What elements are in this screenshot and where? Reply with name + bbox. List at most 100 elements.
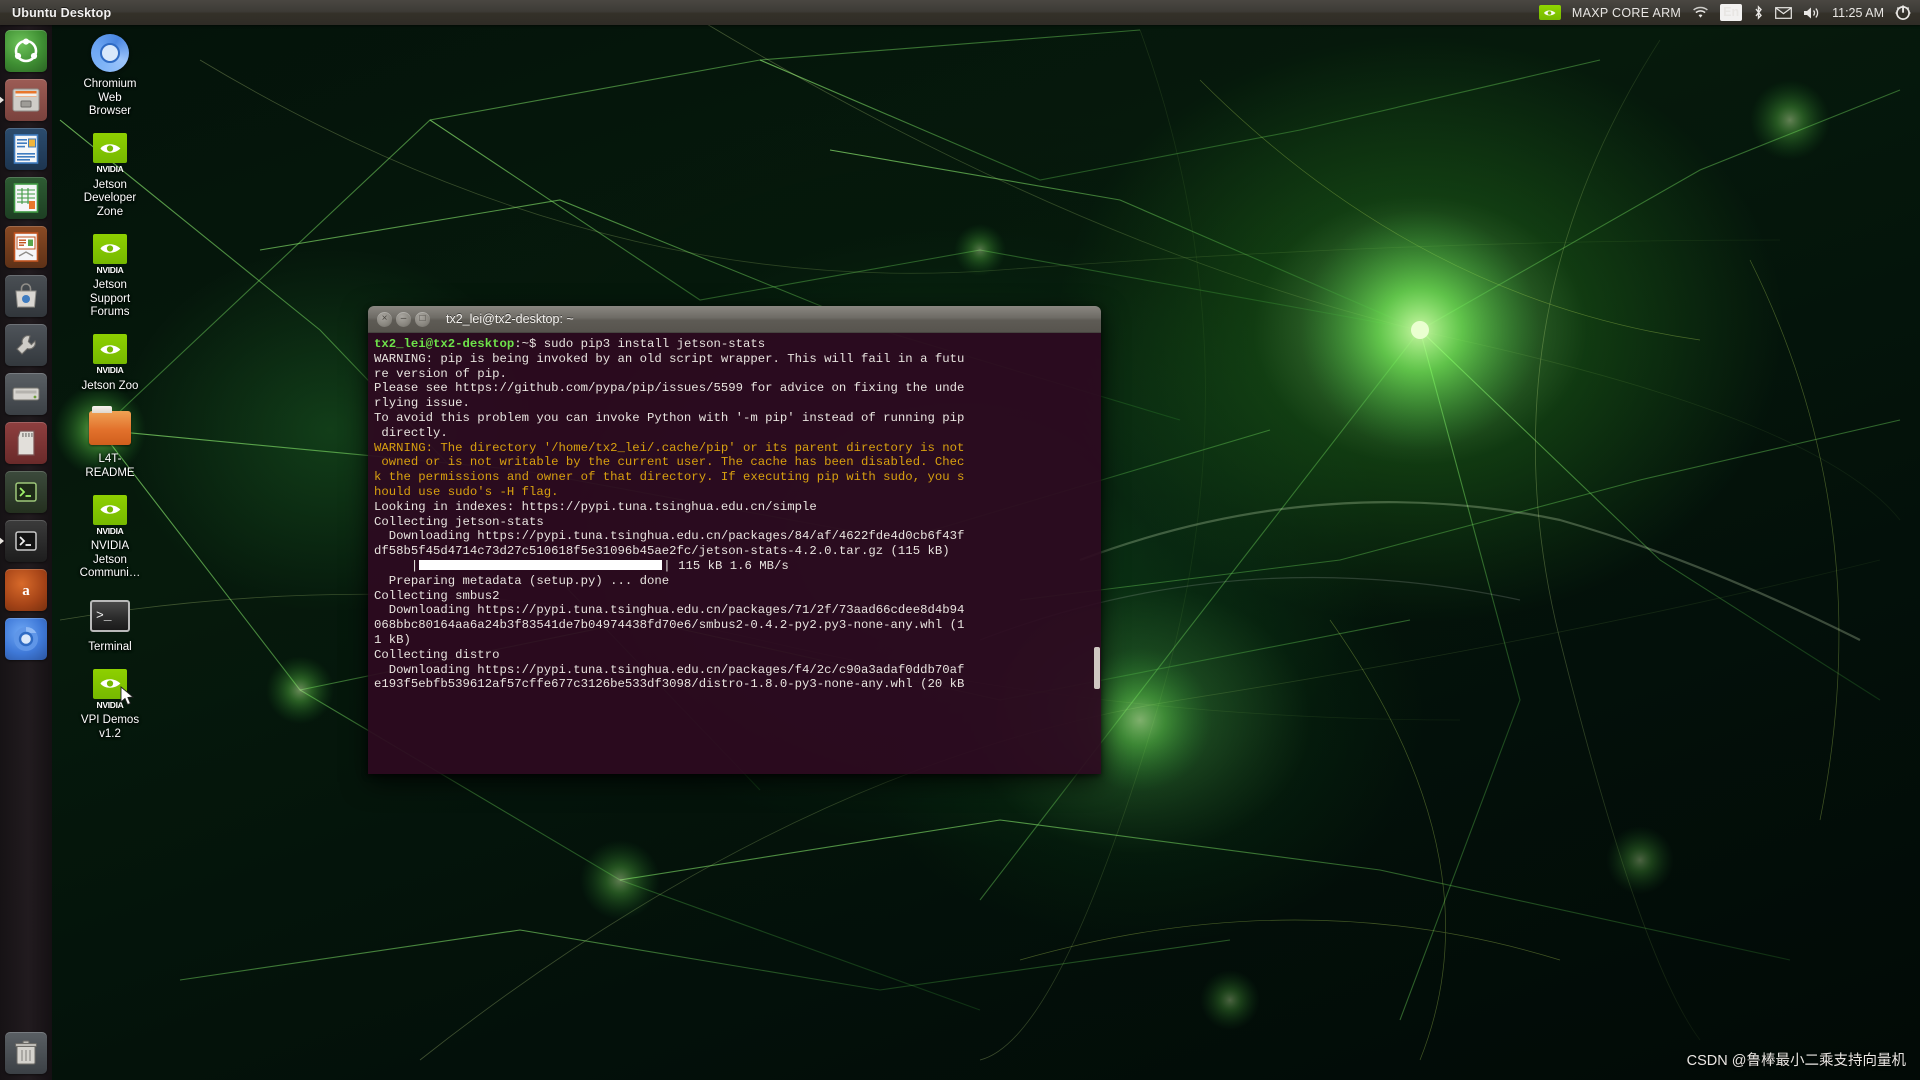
launcher-item-libreoffice-impress[interactable] xyxy=(5,226,47,268)
launcher-item-system-settings[interactable] xyxy=(5,324,47,366)
svg-text:a: a xyxy=(22,583,30,599)
terminal-line: Collecting jetson-stats xyxy=(374,514,544,529)
terminal-line: To avoid this problem you can invoke Pyt… xyxy=(374,410,965,425)
terminal-line: e193f5ebfb539612af57cffe677c3126be533df3… xyxy=(374,677,965,692)
terminal-line: Downloading https://pypi.tuna.tsinghua.e… xyxy=(374,529,965,544)
terminal-line: WARNING: The directory '/home/tx2_lei/.c… xyxy=(374,440,965,455)
desktop-icon-label: Chromium Web Browser xyxy=(83,78,137,117)
nvidia-wordmark: NVIDIA xyxy=(96,264,124,275)
desktop-icon-jetson-developer-zone[interactable]: NVIDIA Jetson Developer Zone xyxy=(62,129,158,224)
launcher-item-chromium[interactable] xyxy=(5,618,47,660)
terminal-line: Downloading https://pypi.tuna.tsinghua.e… xyxy=(374,603,965,618)
download-progress-bar xyxy=(419,559,663,570)
launcher-item-files[interactable] xyxy=(5,79,47,121)
nvidia-icon: NVIDIA xyxy=(88,232,132,276)
keyboard-layout-indicator[interactable]: En xyxy=(1720,4,1743,21)
file-cabinet-icon xyxy=(12,88,40,112)
sd-card-icon xyxy=(17,430,35,456)
terminal-body[interactable]: tx2_lei@tx2-desktop:~$ sudo pip3 install… xyxy=(368,333,1101,774)
launcher-item-ubuntu-software[interactable] xyxy=(5,275,47,317)
desktop-icon-label: Jetson Developer Zone xyxy=(83,178,137,218)
nvidia-eye-glyph xyxy=(1544,10,1556,15)
desktop-icon-label: L4T- README xyxy=(85,453,135,479)
nvidia-eye-icon[interactable] xyxy=(1538,5,1561,20)
terminal-prompt-icon xyxy=(15,531,37,551)
spreadsheet-icon xyxy=(13,183,39,213)
desktop-icon-label: NVIDIA Jetson Communi… xyxy=(79,540,141,579)
terminal-line: Downloading https://pypi.tuna.tsinghua.e… xyxy=(374,662,965,677)
ubuntu-logo-icon xyxy=(14,38,38,63)
close-icon[interactable]: × xyxy=(377,311,392,327)
desktop-icon-terminal[interactable]: >_ Terminal xyxy=(62,591,158,659)
unity-launcher: a xyxy=(0,25,52,1080)
terminal-line: rlying issue. xyxy=(374,396,470,411)
wifi-glyph xyxy=(1693,6,1708,18)
minimize-icon[interactable]: – xyxy=(396,311,411,327)
launcher-item-libreoffice-writer[interactable] xyxy=(5,128,47,170)
launcher-item-ubuntu-dash[interactable] xyxy=(5,30,47,72)
launcher-item-sd-card[interactable] xyxy=(5,422,47,464)
clock[interactable]: 11:25 AM xyxy=(1832,6,1884,20)
terminal-line: k the permissions and owner of that dire… xyxy=(374,470,965,485)
nvidia-icon: NVIDIA xyxy=(88,333,132,377)
nvidia-icon: NVIDIA xyxy=(88,132,132,176)
terminal-output: tx2_lei@tx2-desktop:~$ sudo pip3 install… xyxy=(374,337,1099,692)
desktop-icon-jetson-community[interactable]: NVIDIA NVIDIA Jetson Communi… xyxy=(62,490,158,585)
desktop-icon-grid: Chromium Web Browser NVIDIA Jetson Devel… xyxy=(62,28,158,751)
nvidia-wordmark: NVIDIA xyxy=(96,365,124,375)
folder-icon xyxy=(88,406,132,450)
bluetooth-glyph xyxy=(1755,5,1763,20)
chromium-icon xyxy=(88,31,132,75)
terminal-line: 068bbc80164aa6a24b3f83541de7b04974438fd7… xyxy=(374,618,965,633)
terminal-line: owned or is not writable by the current … xyxy=(374,455,965,470)
launcher-item-libreoffice-calc[interactable] xyxy=(5,177,47,219)
terminal-scrollbar[interactable] xyxy=(1094,647,1100,689)
terminal-line: 1 kB) xyxy=(374,632,411,647)
launcher-item-disks[interactable] xyxy=(5,373,47,415)
nvidia-eye-glyph xyxy=(100,244,121,253)
launcher-item-trash[interactable] xyxy=(5,1032,47,1074)
wifi-icon[interactable] xyxy=(1692,6,1709,19)
wrench-icon xyxy=(16,335,36,355)
terminal-line: directly. xyxy=(374,425,448,440)
nvidia-wordmark: NVIDIA xyxy=(96,164,124,174)
maximize-icon[interactable]: □ xyxy=(415,311,430,327)
trash-bin-icon xyxy=(15,1040,37,1065)
desktop-icon-label: VPI Demos v1.2 xyxy=(80,714,140,740)
terminal-line: tx2_lei@tx2-desktop:~$ sudo pip3 install… xyxy=(374,337,766,351)
nvidia-wordmark: NVIDIA xyxy=(96,525,124,536)
bluetooth-icon[interactable] xyxy=(1753,5,1764,20)
desktop-icon-label: Terminal xyxy=(88,640,132,653)
launcher-item-terminal-green[interactable] xyxy=(5,471,47,513)
speaker-icon[interactable] xyxy=(1803,6,1821,20)
terminal-line: Collecting distro xyxy=(374,647,500,662)
desktop-icon-jetson-support-forums[interactable]: NVIDIA Jetson Support Forums xyxy=(62,229,158,324)
terminal-line: Looking in indexes: https://pypi.tuna.ts… xyxy=(374,499,817,514)
watermark-text: CSDN @鲁棒最小二乘支持向量机 xyxy=(1686,1053,1906,1069)
desktop-icon-chromium[interactable]: Chromium Web Browser xyxy=(62,28,158,123)
speaker-glyph xyxy=(1804,7,1819,18)
desktop-icon-l4t-readme[interactable]: L4T- README xyxy=(62,403,158,484)
panel-indicator-area: MAXP CORE ARM En 11:25 AM xyxy=(1538,4,1920,21)
launcher-item-terminal[interactable] xyxy=(5,520,47,562)
gear-power-glyph xyxy=(1895,5,1911,20)
terminal-line: Collecting smbus2 xyxy=(374,588,500,603)
desktop-icon-jetson-zoo[interactable]: NVIDIA Jetson Zoo xyxy=(62,330,158,398)
terminal-line: re version of pip. xyxy=(374,366,507,381)
terminal-line: hould use sudo's -H flag. xyxy=(374,484,559,499)
gear-power-icon[interactable] xyxy=(1895,5,1911,21)
chromium-icon xyxy=(14,627,38,651)
desktop-icon-label: Jetson Support Forums xyxy=(89,279,131,318)
desktop-icon-vpi-demos[interactable]: NVIDIA VPI Demos v1.2 xyxy=(62,664,158,745)
terminal-titlebar[interactable]: × – □ tx2_lei@tx2-desktop: ~ xyxy=(368,306,1101,333)
terminal-window[interactable]: × – □ tx2_lei@tx2-desktop: ~ tx2_lei@tx2… xyxy=(368,306,1101,774)
nvidia-eye-glyph xyxy=(100,505,121,514)
terminal-icon xyxy=(15,482,37,502)
nvidia-icon: NVIDIA xyxy=(88,493,132,537)
launcher-item-amazon[interactable]: a xyxy=(5,569,47,611)
terminal-title: tx2_lei@tx2-desktop: ~ xyxy=(446,312,574,326)
terminal-icon: >_ xyxy=(88,594,132,638)
maxp-core-label[interactable]: MAXP CORE ARM xyxy=(1572,6,1681,20)
terminal-line: Please see https://github.com/pypa/pip/i… xyxy=(374,381,965,396)
envelope-icon[interactable] xyxy=(1775,6,1793,19)
